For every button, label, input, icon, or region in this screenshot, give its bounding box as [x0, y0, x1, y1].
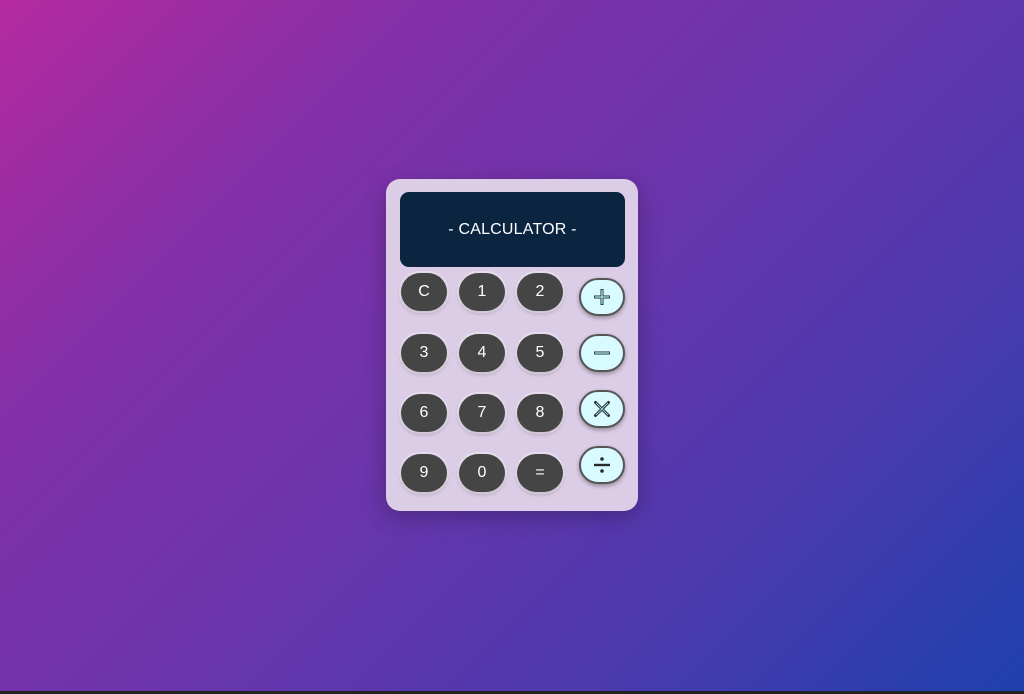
digit-7-button[interactable]: 7	[459, 394, 505, 432]
multiply-icon	[594, 401, 610, 417]
subtract-button[interactable]	[579, 334, 625, 372]
digit-2-button[interactable]: 2	[517, 273, 563, 311]
minus-icon	[594, 351, 610, 355]
digit-3-button[interactable]: 3	[401, 334, 447, 372]
calculator: - CALCULATOR - C 1 2 3 4 5 6 7 8 9 0 =	[386, 179, 638, 511]
digit-1-button[interactable]: 1	[459, 273, 505, 311]
clear-button[interactable]: C	[401, 273, 447, 311]
digit-0-button[interactable]: 0	[459, 454, 505, 492]
digit-9-button[interactable]: 9	[401, 454, 447, 492]
divide-icon	[594, 457, 610, 473]
multiply-button[interactable]	[579, 390, 625, 428]
add-button[interactable]	[579, 278, 625, 316]
plus-icon	[594, 289, 610, 305]
divide-button[interactable]	[579, 446, 625, 484]
digit-5-button[interactable]: 5	[517, 334, 563, 372]
digit-8-button[interactable]: 8	[517, 394, 563, 432]
display-text: - CALCULATOR -	[448, 220, 577, 238]
equals-button[interactable]: =	[517, 454, 563, 492]
calculator-display: - CALCULATOR -	[400, 192, 625, 267]
digit-4-button[interactable]: 4	[459, 334, 505, 372]
digit-6-button[interactable]: 6	[401, 394, 447, 432]
